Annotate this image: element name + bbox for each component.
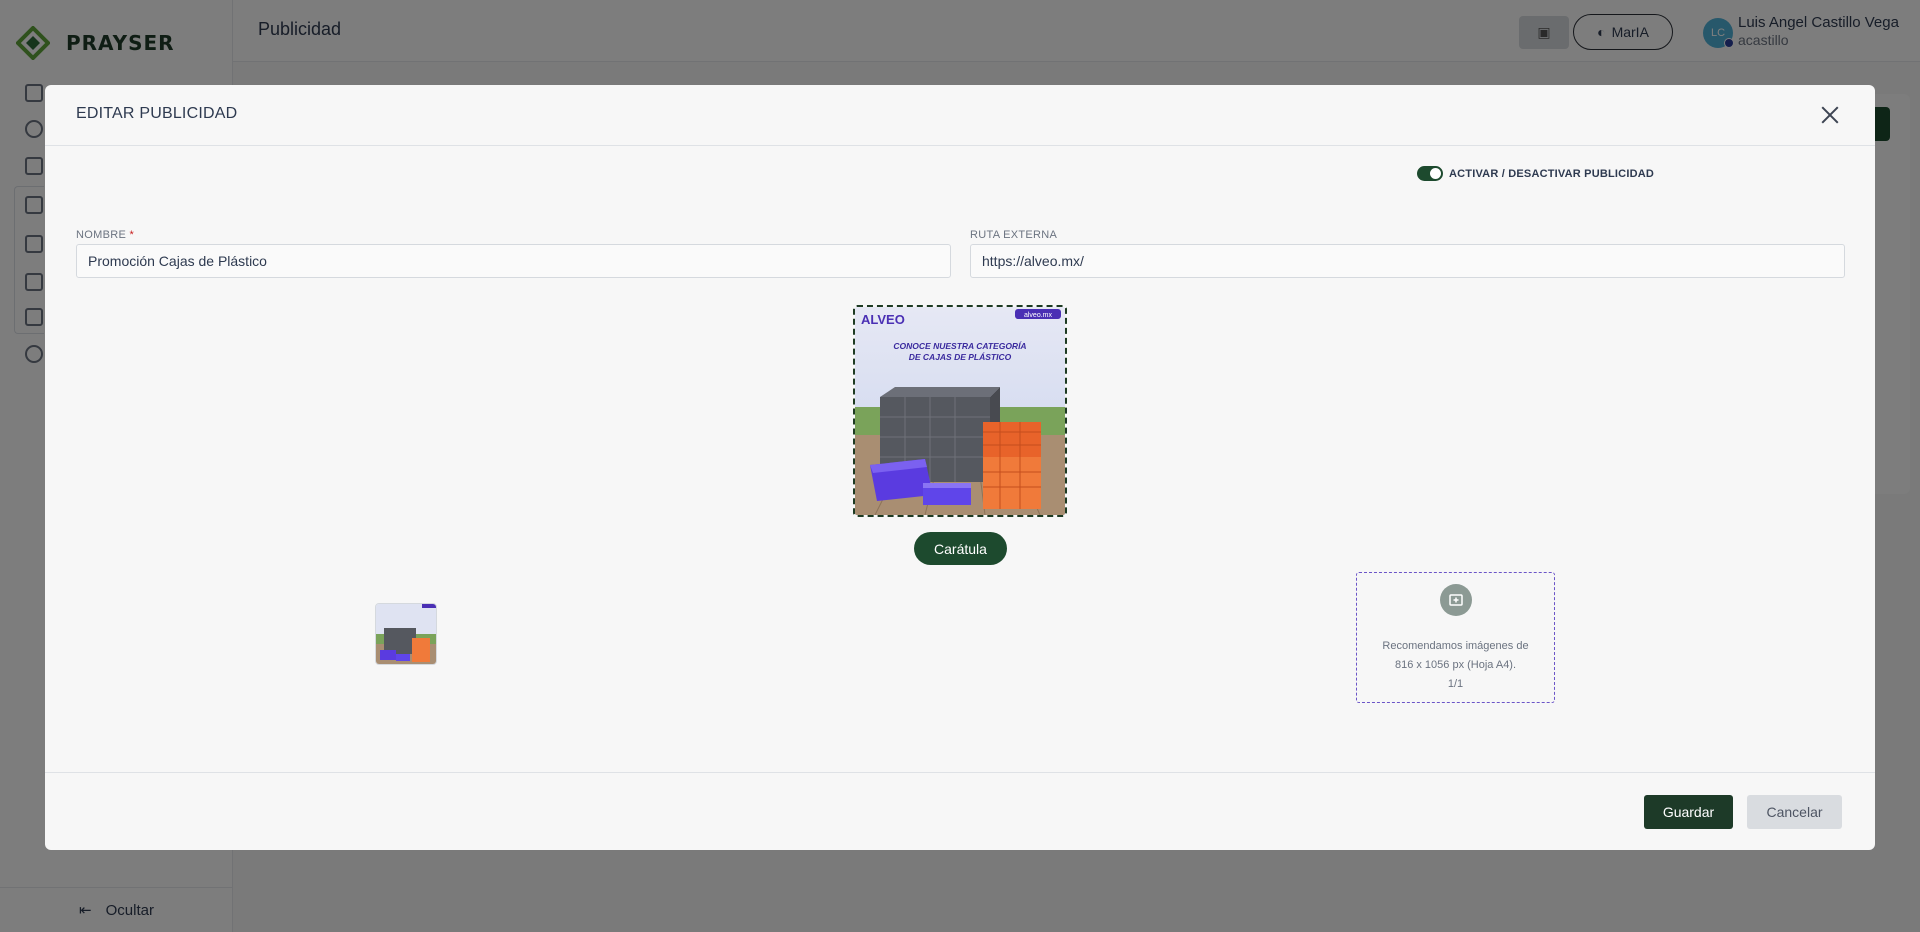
save-button[interactable]: Guardar — [1644, 795, 1733, 829]
cover-headline-1: CONOCE NUESTRA CATEGORÍA — [893, 341, 1026, 351]
thumbnail-art — [376, 604, 436, 664]
required-mark: * — [129, 229, 135, 241]
edit-advertising-modal: EDITAR PUBLICIDAD ACTIVAR / DESACTIVAR P… — [45, 85, 1875, 850]
modal-header: EDITAR PUBLICIDAD — [45, 85, 1875, 146]
upload-hint-line2: 816 x 1056 px (Hoja A4). — [1394, 659, 1517, 671]
cover-image[interactable]: alveo.mx ALVEO CONOCE NUESTRA CATEGORÍA … — [853, 305, 1067, 517]
external-route-label: RUTA EXTERNA — [970, 229, 1058, 241]
cover-headline-2: DE CAJAS DE PLÁSTICO — [909, 352, 1012, 362]
upload-hint-line1: Recomendamos imágenes de — [1382, 640, 1529, 652]
close-icon[interactable] — [1817, 102, 1843, 128]
cover-image-art: alveo.mx ALVEO CONOCE NUESTRA CATEGORÍA … — [855, 307, 1065, 515]
cover-brand-text: ALVEO — [861, 312, 905, 327]
cancel-button[interactable]: Cancelar — [1747, 795, 1842, 829]
name-label: NOMBRE * — [76, 229, 134, 241]
thumbnail-image[interactable] — [375, 603, 437, 665]
upload-count: 1/1 — [1447, 678, 1464, 690]
modal-title: EDITAR PUBLICIDAD — [76, 105, 238, 122]
modal-footer: Guardar Cancelar — [45, 772, 1875, 850]
image-upload-dropzone[interactable]: Recomendamos imágenes de 816 x 1056 px (… — [1356, 572, 1555, 703]
cover-button[interactable]: Carátula — [914, 532, 1007, 565]
external-route-input[interactable] — [970, 244, 1845, 278]
active-toggle-label: ACTIVAR / DESACTIVAR PUBLICIDAD — [1449, 167, 1655, 180]
active-toggle[interactable] — [1417, 166, 1443, 181]
name-label-text: NOMBRE — [76, 229, 127, 241]
active-toggle-group: ACTIVAR / DESACTIVAR PUBLICIDAD — [1417, 166, 1654, 181]
cover-site-text: alveo.mx — [1024, 312, 1053, 319]
name-input[interactable] — [76, 244, 951, 278]
add-image-icon — [1440, 584, 1472, 616]
